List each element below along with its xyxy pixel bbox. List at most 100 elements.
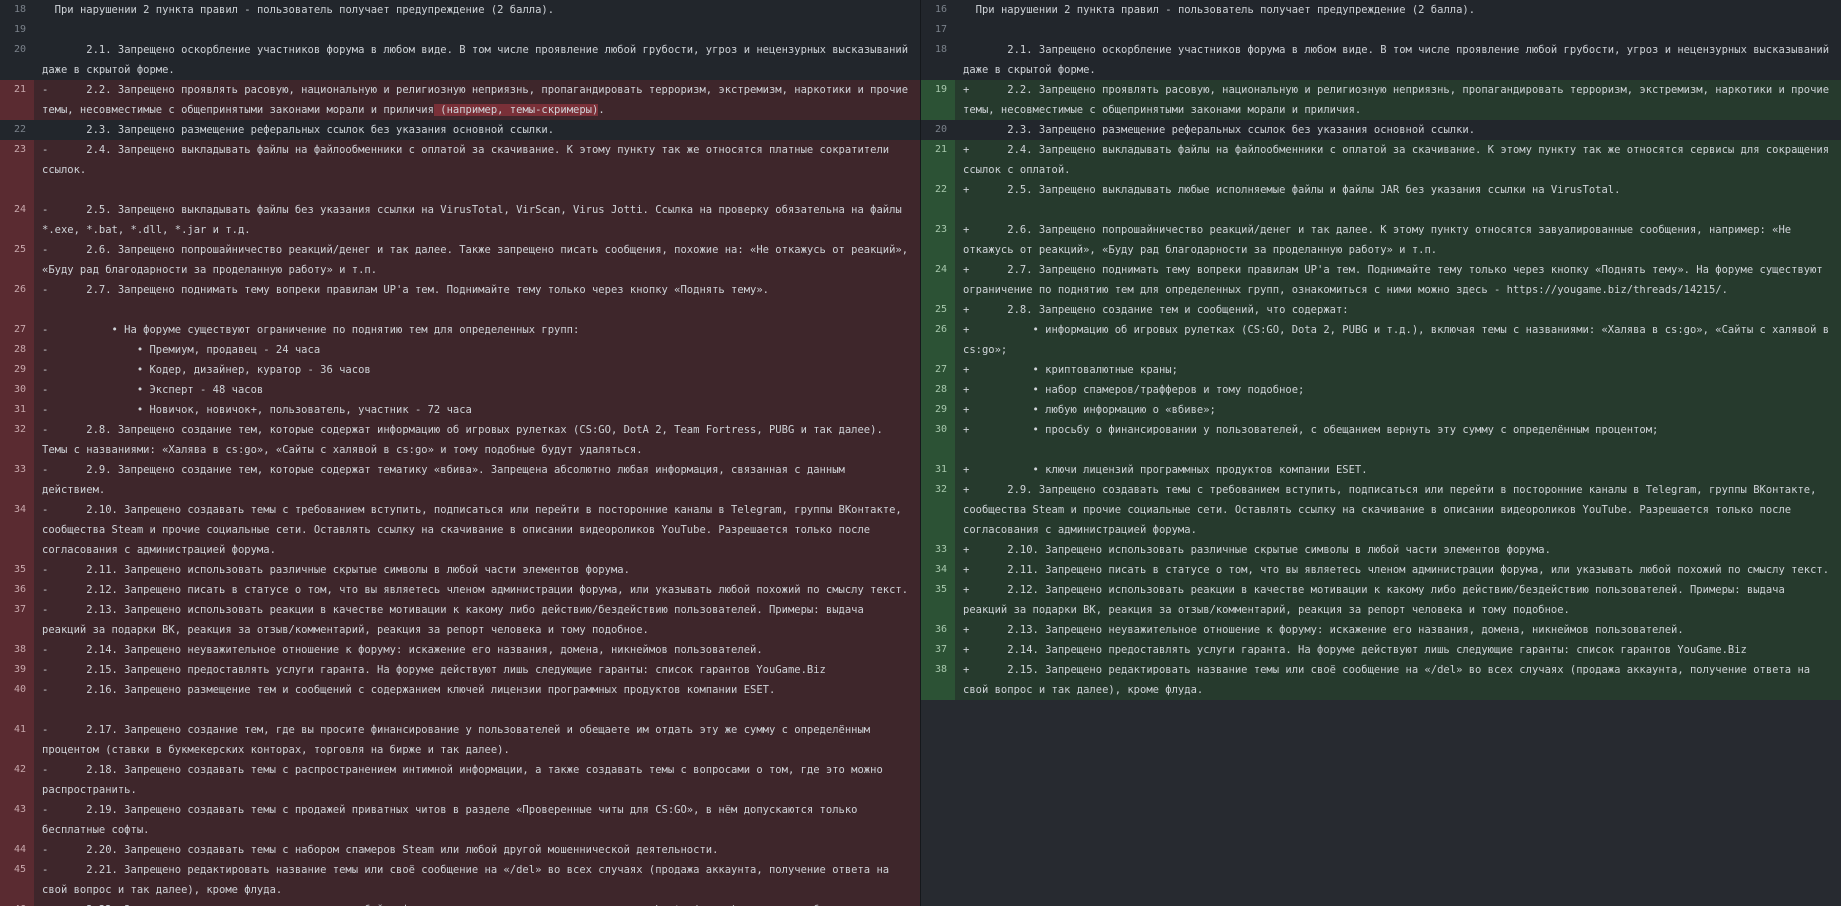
- line-number: 16: [921, 0, 955, 20]
- line-text: + • криптовалютные краны;: [963, 364, 1178, 376]
- line-number: 22: [0, 120, 34, 140]
- line-number: 37: [921, 640, 955, 660]
- line-code: 2.3. Запрещено размещение реферальных сс…: [34, 120, 920, 140]
- line-text: - 2.6. Запрещено попрошайничество реакци…: [42, 244, 915, 276]
- line-code: 2.3. Запрещено размещение реферальных сс…: [955, 120, 1841, 140]
- diff-line-removed: 44 - 2.20. Запрещено создавать темы с наб…: [0, 840, 920, 860]
- line-number: 36: [921, 620, 955, 640]
- line-number: 31: [921, 460, 955, 480]
- line-text: - 2.4. Запрещено выкладывать файлы на фа…: [42, 144, 890, 176]
- diff-line-context: 17: [921, 20, 1841, 40]
- line-code: - • На форуме существуют ограничение по …: [34, 320, 920, 340]
- line-number: 40: [0, 680, 34, 720]
- line-number: 19: [0, 20, 34, 40]
- line-number: 46: [0, 900, 34, 906]
- line-code: + 2.8. Запрещено создание тем и сообщени…: [955, 300, 1841, 320]
- line-number: 38: [0, 640, 34, 660]
- line-code: - 2.22. Запрещено распространение и прод…: [34, 900, 920, 906]
- line-number: 42: [0, 760, 34, 800]
- line-code: - 2.2. Запрещено проявлять расовую, наци…: [34, 80, 920, 120]
- line-code: - 2.18. Запрещено создавать темы с распр…: [34, 760, 920, 800]
- diff-line-removed: 40 - 2.16. Запрещено размещение тем и соо…: [0, 680, 920, 720]
- diff-line-context: 19: [0, 20, 920, 40]
- diff-line-added: 22 + 2.5. Запрещено выкладывать любые исп…: [921, 180, 1841, 220]
- diff-line-context: 20 2.1. Запрещено оскорбление участников…: [0, 40, 920, 80]
- line-code: + 2.4. Запрещено выкладывать файлы на фа…: [955, 140, 1841, 180]
- line-code: + 2.2. Запрещено проявлять расовую, наци…: [955, 80, 1841, 120]
- line-text-tail: .: [598, 104, 605, 116]
- line-number: 26: [921, 320, 955, 360]
- line-number: 33: [0, 460, 34, 500]
- line-number: 25: [921, 300, 955, 320]
- line-text: - 2.21. Запрещено редактировать название…: [42, 864, 896, 896]
- line-number: 39: [0, 660, 34, 680]
- diff-line-added: 30 + • просьбу о финансировании у пользов…: [921, 420, 1841, 460]
- line-code: [955, 20, 1841, 40]
- diff-line-removed: 35 - 2.11. Запрещено использовать различн…: [0, 560, 920, 580]
- line-number: 21: [0, 80, 34, 120]
- line-number: 34: [0, 500, 34, 560]
- line-number: 38: [921, 660, 955, 700]
- diff-line-removed: 32- 2.8. Запрещено создание тем, которые…: [0, 420, 920, 460]
- line-code: + 2.6. Запрещено попрошайничество реакци…: [955, 220, 1841, 260]
- line-code: + 2.12. Запрещено использовать реакции в…: [955, 580, 1841, 620]
- diff-line-added: 34 + 2.11. Запрещено писать в статусе о т…: [921, 560, 1841, 580]
- line-code: - 2.9. Запрещено создание тем, которые с…: [34, 460, 920, 500]
- line-number: 30: [0, 380, 34, 400]
- line-number: 24: [0, 200, 34, 240]
- line-code: + • криптовалютные краны;: [955, 360, 1841, 380]
- line-text: + 2.8. Запрещено создание тем и сообщени…: [963, 304, 1349, 316]
- diff-line-removed: 21- 2.2. Запрещено проявлять расовую, на…: [0, 80, 920, 120]
- line-text: + • любую информацию о «вбиве»;: [963, 404, 1216, 416]
- line-number: 41: [0, 720, 34, 760]
- line-text: - 2.9. Запрещено создание тем, которые с…: [42, 464, 852, 496]
- line-code: - 2.21. Запрещено редактировать название…: [34, 860, 920, 900]
- line-text: - 2.12. Запрещено писать в статусе о том…: [42, 584, 909, 596]
- line-code: - 2.4. Запрещено выкладывать файлы на фа…: [34, 140, 920, 200]
- line-code: - • Премиум, продавец - 24 часа: [34, 340, 920, 360]
- diff-line-removed: 24- 2.5. Запрещено выкладывать файлы без…: [0, 200, 920, 240]
- line-text: - 2.14. Запрещено неуважительное отношен…: [42, 644, 763, 656]
- line-text: + 2.6. Запрещено попрошайничество реакци…: [963, 224, 1798, 256]
- diff-line-removed: 37- 2.13. Запрещено использовать реакции…: [0, 600, 920, 640]
- diff-line-removed: 33- 2.9. Запрещено создание тем, которые…: [0, 460, 920, 500]
- line-text: - • На форуме существуют ограничение по …: [42, 324, 580, 336]
- line-code: - 2.10. Запрещено создавать темы с требо…: [34, 500, 920, 560]
- side-by-side-diff: 18 При нарушении 2 пункта правил - польз…: [0, 0, 1841, 906]
- line-text: + 2.13. Запрещено неуважительное отношен…: [963, 624, 1684, 636]
- line-code: + 2.5. Запрещено выкладывать любые испол…: [955, 180, 1841, 220]
- line-number: 24: [921, 260, 955, 300]
- diff-line-added: 21 + 2.4. Запрещено выкладывать файлы на …: [921, 140, 1841, 180]
- line-number: 37: [0, 600, 34, 640]
- line-number: 25: [0, 240, 34, 280]
- diff-line-added: 38 + 2.15. Запрещено редактировать назван…: [921, 660, 1841, 700]
- line-text: + • ключи лицензий программных продуктов…: [963, 464, 1368, 476]
- line-text: + 2.12. Запрещено использовать реакции в…: [963, 584, 1792, 616]
- line-text: - • Премиум, продавец - 24 часа: [42, 344, 321, 356]
- diff-line-removed: 39 - 2.15. Запрещено предоставлять услуги…: [0, 660, 920, 680]
- line-number: 32: [921, 480, 955, 540]
- line-number: 26: [0, 280, 34, 320]
- line-code: - 2.14. Запрещено неуважительное отношен…: [34, 640, 920, 660]
- line-code: - 2.7. Запрещено поднимать тему вопреки …: [34, 280, 920, 320]
- line-text: - • Новичок, новичок+, пользователь, уча…: [42, 404, 472, 416]
- line-text: - 2.18. Запрещено создавать темы с распр…: [42, 764, 890, 796]
- diff-line-added: 23 + 2.6. Запрещено попрошайничество реак…: [921, 220, 1841, 260]
- line-code: + 2.7. Запрещено поднимать тему вопреки …: [955, 260, 1841, 300]
- line-text: + 2.10. Запрещено использовать различные…: [963, 544, 1551, 556]
- line-text: - 2.8. Запрещено создание тем, которые с…: [42, 424, 890, 456]
- line-code: + 2.10. Запрещено использовать различные…: [955, 540, 1841, 560]
- line-code: - 2.20. Запрещено создавать темы с набор…: [34, 840, 920, 860]
- diff-line-removed: 27 - • На форуме существуют ограничение п…: [0, 320, 920, 340]
- line-text: + • набор спамеров/трафферов и тому подо…: [963, 384, 1305, 396]
- line-code: + 2.11. Запрещено писать в статусе о том…: [955, 560, 1841, 580]
- line-text: + 2.9. Запрещено создавать темы с требов…: [963, 484, 1823, 536]
- diff-line-added: 33 + 2.10. Запрещено использовать различн…: [921, 540, 1841, 560]
- line-number: 19: [921, 80, 955, 120]
- line-code: + • любую информацию о «вбиве»;: [955, 400, 1841, 420]
- line-number: 32: [0, 420, 34, 460]
- line-number: 44: [0, 840, 34, 860]
- line-text: 2.3. Запрещено размещение реферальных сс…: [963, 124, 1476, 136]
- diff-line-removed: 30 - • Эксперт - 48 часов: [0, 380, 920, 400]
- diff-line-added: 28 + • набор спамеров/трафферов и тому по…: [921, 380, 1841, 400]
